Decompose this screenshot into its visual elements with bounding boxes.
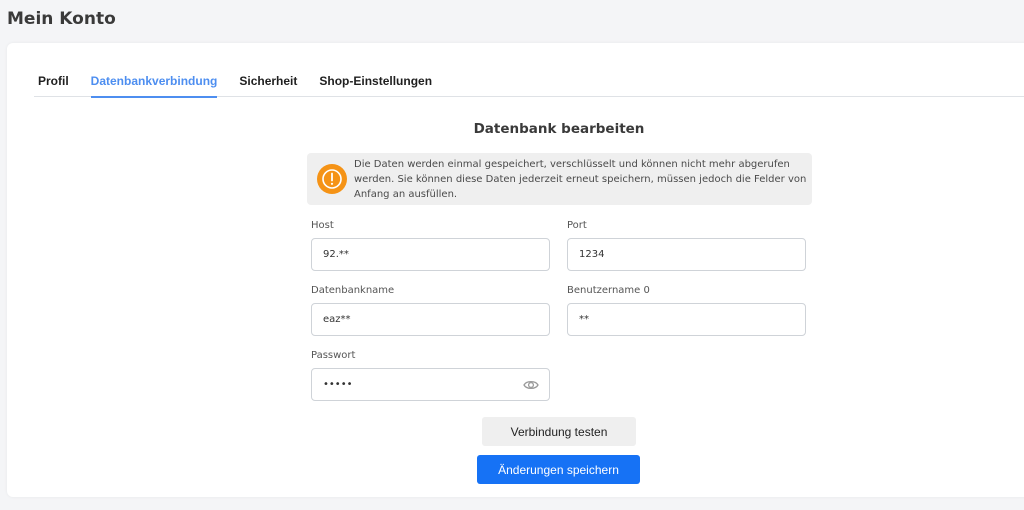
dbname-field[interactable] [311,303,550,336]
host-field[interactable] [311,238,550,271]
page-title: Mein Konto [7,9,116,29]
tab-bar: Profil Datenbankverbindung Sicherheit Sh… [34,74,1024,98]
port-field[interactable] [567,238,806,271]
port-label: Port [567,220,587,231]
notice-text: Die Daten werden einmal gespeichert, ver… [354,158,807,200]
tab-datenbankverbindung[interactable]: Datenbankverbindung [80,74,229,98]
eye-icon[interactable] [523,378,539,397]
warning-circle-icon [317,164,347,194]
host-input[interactable] [323,249,549,260]
info-notice: Die Daten werden einmal gespeichert, ver… [307,153,812,205]
username-field[interactable] [567,303,806,336]
section-title: Datenbank bearbeiten [473,121,645,137]
host-label: Host [311,220,334,231]
username-input[interactable] [579,314,805,325]
dbname-input[interactable] [323,314,549,325]
password-label: Passwort [311,350,356,361]
port-input[interactable] [579,249,805,260]
password-input[interactable] [323,379,549,390]
dbname-label: Datenbankname [311,285,395,296]
account-card: Profil Datenbankverbindung Sicherheit Sh… [7,43,1024,497]
test-connection-button[interactable]: Verbindung testen [482,417,636,446]
tab-sicherheit[interactable]: Sicherheit [228,74,308,97]
tab-shop-einstellungen[interactable]: Shop-Einstellungen [308,74,443,97]
password-field[interactable] [311,368,550,401]
save-changes-button[interactable]: Änderungen speichern [477,455,640,484]
username-label: Benutzername 0 [567,285,650,296]
tab-profil[interactable]: Profil [34,74,80,97]
